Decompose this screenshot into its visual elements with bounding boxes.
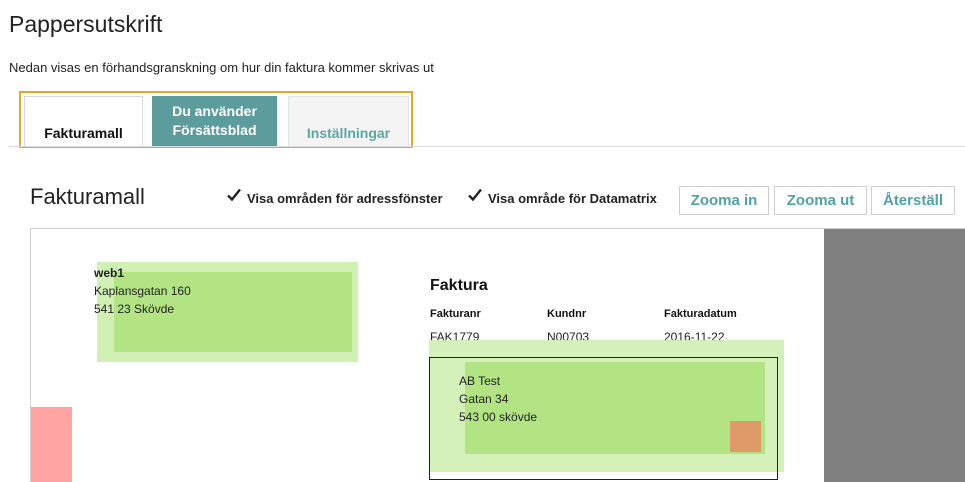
show-datamatrix-label: Visa område för Datamatrix xyxy=(488,190,657,206)
customer-number-header: Kundnr xyxy=(547,308,587,320)
show-datamatrix-checkbox[interactable]: Visa område för Datamatrix xyxy=(467,187,657,206)
tab-bar: Fakturamall Du använder Försättsblad Ins… xyxy=(19,91,413,148)
zoom-in-button[interactable]: Zooma in xyxy=(679,186,769,215)
checkmark-icon xyxy=(226,187,242,203)
invoice-number-header: Fakturanr xyxy=(430,308,481,320)
invoice-preview: web1 Kaplansgatan 160 541 23 Skövde Fakt… xyxy=(30,228,965,482)
tab-installningar[interactable]: Inställningar xyxy=(288,96,409,146)
recipient-name: AB Test xyxy=(459,374,501,388)
tab-forsattsblad-label: Du använder Försättsblad xyxy=(172,102,257,140)
outside-page-area xyxy=(824,229,965,482)
sender-street: Kaplansgatan 160 xyxy=(94,284,191,298)
invoice-date-header: Fakturadatum xyxy=(664,308,737,320)
sender-city: 541 23 Skövde xyxy=(94,302,175,316)
recipient-address: AB Test Gatan 34 543 00 skövde xyxy=(459,372,537,426)
margin-zone xyxy=(31,407,72,482)
sender-address: web1 Kaplansgatan 160 541 23 Skövde xyxy=(94,264,191,318)
recipient-street: Gatan 34 xyxy=(459,392,509,406)
datamatrix-zone xyxy=(730,421,761,452)
tab-installningar-label: Inställningar xyxy=(306,125,391,141)
recipient-city: 543 00 skövde xyxy=(459,410,538,424)
sender-name: web1 xyxy=(94,266,125,280)
tabs-divider xyxy=(9,146,965,147)
tab-fakturamall[interactable]: Fakturamall xyxy=(24,96,143,146)
checkmark-icon xyxy=(467,187,483,203)
invoice-title: Faktura xyxy=(430,277,488,294)
tab-forsattsblad-line1: Du använder xyxy=(172,103,257,119)
zoom-out-button[interactable]: Zooma ut xyxy=(774,186,867,215)
reset-button[interactable]: Återställ xyxy=(871,186,955,215)
tab-forsattsblad[interactable]: Du använder Försättsblad xyxy=(152,96,277,146)
page-subtitle: Nedan visas en förhandsgranskning om hur… xyxy=(9,60,434,75)
section-title: Fakturamall xyxy=(30,184,145,209)
tab-forsattsblad-line2: Försättsblad xyxy=(172,122,257,138)
tab-fakturamall-label: Fakturamall xyxy=(44,125,123,141)
page-title: Pappersutskrift xyxy=(9,11,163,37)
show-address-window-label: Visa områden för adressfönster xyxy=(247,190,443,206)
show-address-window-checkbox[interactable]: Visa områden för adressfönster xyxy=(226,187,443,206)
